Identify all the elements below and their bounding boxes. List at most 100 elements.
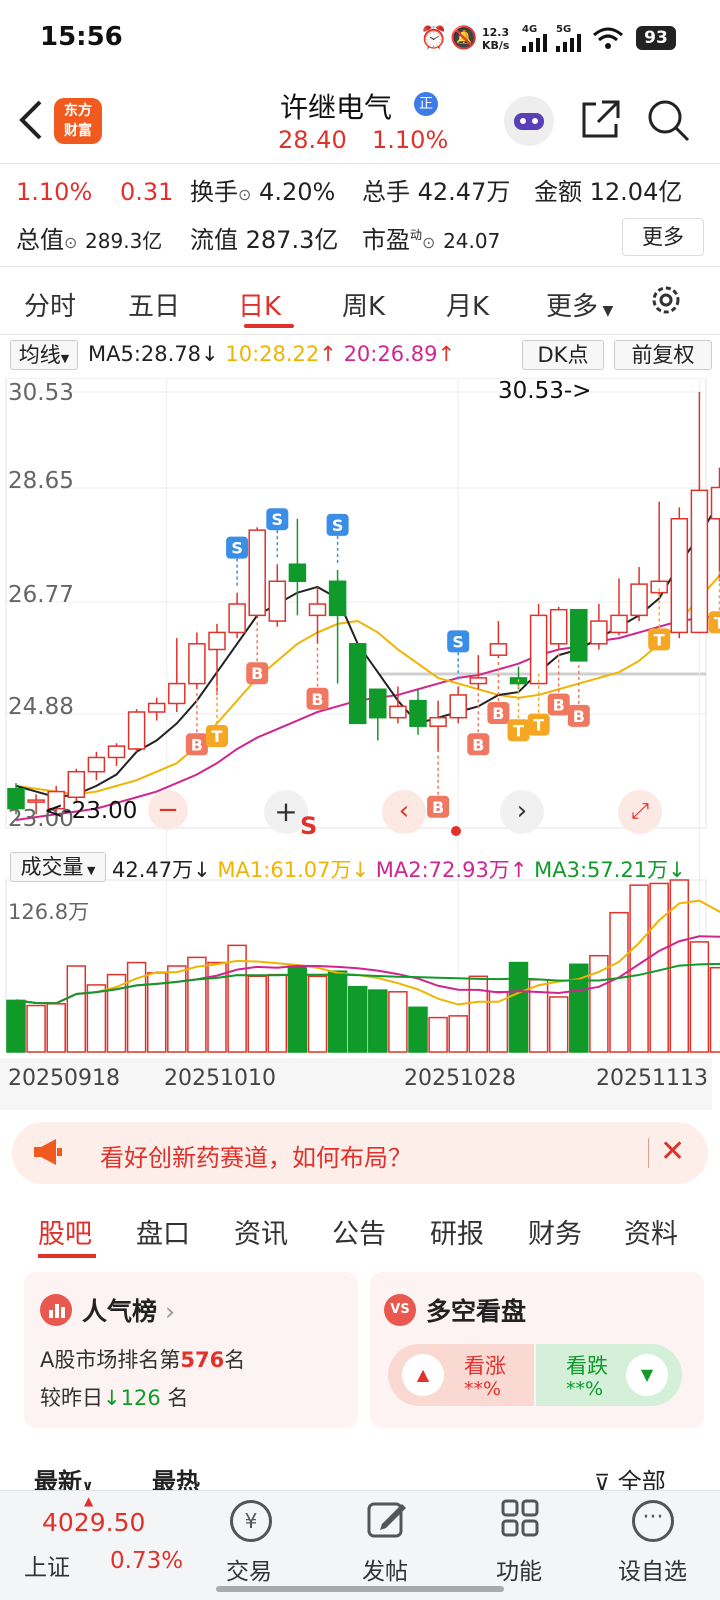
signal-icon — [522, 34, 550, 56]
tab-more[interactable]: 更多 ▼ — [546, 286, 613, 323]
dk-point-button[interactable]: DK点 — [522, 340, 604, 370]
popularity-title[interactable]: 人气榜 › — [82, 1292, 175, 1328]
volume-bar — [368, 989, 388, 1053]
signal-b-badge-label: B — [432, 798, 444, 817]
tab-daily-k[interactable]: 日K — [238, 286, 281, 323]
more-dots-icon[interactable]: ··· — [632, 1500, 674, 1542]
volume-max-label: 126.8万 — [8, 900, 90, 924]
tab-finance[interactable]: 财务 — [528, 1212, 582, 1251]
price-tick-2: 28.65 — [8, 468, 74, 494]
back-icon[interactable] — [16, 98, 46, 146]
candle-body — [308, 603, 327, 617]
volume-bar — [468, 975, 489, 1053]
tab-monthly-k[interactable]: 月K — [446, 286, 489, 323]
adjust-button[interactable]: 前复权 — [614, 340, 712, 370]
change-amount: 0.31 — [120, 178, 174, 206]
volume-bar — [689, 941, 710, 1053]
close-icon[interactable]: ✕ — [660, 1134, 685, 1169]
candle-body — [710, 486, 720, 520]
tab-guba[interactable]: 股吧 — [38, 1212, 92, 1251]
eastmoney-logo: 东方 财富 — [54, 98, 102, 144]
candle-body — [107, 745, 126, 759]
header-divider — [0, 163, 720, 164]
chart-bar-icon — [40, 1294, 72, 1326]
candle-body — [87, 756, 106, 773]
ma-selector[interactable]: 均线▼ — [10, 340, 78, 370]
tab-pankou[interactable]: 盘口 — [136, 1212, 190, 1251]
next-icon[interactable]: › — [500, 790, 544, 834]
volume-selector[interactable]: 成交量 ▼ — [10, 852, 106, 882]
candle-body — [268, 580, 287, 622]
turnover: 换手⊙ 4.20% — [190, 178, 336, 206]
bull-label: 看涨 — [464, 1354, 506, 1378]
battery-icon: 93 — [636, 26, 676, 50]
tab-intraday[interactable]: 分时 — [24, 286, 76, 323]
fullscreen-icon[interactable]: ⤢ — [618, 790, 662, 834]
low-annotation: <-23.00 — [44, 798, 138, 824]
tab-announcements[interactable]: 公告 — [332, 1212, 386, 1251]
signal-t-badge-label: T — [533, 716, 544, 735]
candle-body — [369, 688, 387, 719]
sentiment-title: 多空看盘 — [426, 1297, 527, 1326]
prev-icon[interactable]: ‹ — [382, 790, 426, 834]
nav-post[interactable]: 发帖 — [362, 1552, 408, 1586]
zoom-out-icon[interactable]: − — [148, 790, 188, 830]
volume-bar — [589, 954, 609, 1053]
assistant-avatar-icon[interactable] — [504, 96, 554, 146]
tab-research[interactable]: 研报 — [430, 1212, 484, 1251]
post-edit-icon[interactable] — [366, 1498, 408, 1544]
index-up-caret-icon: ▲ — [84, 1494, 94, 1508]
candle-body — [670, 518, 689, 634]
volume-bar — [187, 956, 207, 1053]
popularity-rank-line: A股市场排名第576名 — [40, 1348, 246, 1372]
volume-bar — [66, 965, 87, 1053]
volume-bar — [448, 1015, 468, 1053]
network-speed: 12.3 KB/s — [482, 26, 510, 52]
tab-profile[interactable]: 资料 — [624, 1212, 678, 1251]
signal-s-badge-label: S — [272, 510, 284, 529]
date-4: 20251113 — [596, 1066, 708, 1091]
more-button[interactable]: 更多 — [622, 218, 704, 256]
candle-body — [690, 489, 709, 634]
search-icon[interactable] — [644, 96, 692, 148]
functions-grid-icon[interactable] — [500, 1498, 540, 1542]
volume-bar — [247, 975, 267, 1053]
volume-bar — [167, 965, 187, 1053]
signal-t-badge-label: T — [654, 630, 665, 649]
bottom-tab-indicator — [38, 1254, 96, 1258]
date-3: 20251028 — [404, 1066, 516, 1091]
index-pct[interactable]: 0.73% — [110, 1548, 183, 1574]
candle-body — [288, 563, 307, 583]
trade-yen-icon[interactable]: ¥ — [230, 1500, 272, 1542]
tab-news[interactable]: 资讯 — [234, 1212, 288, 1251]
signal-s-badge-label: S — [452, 632, 464, 651]
kline-chart[interactable]: SSSSBBBBBBBBBBTTTTTT — [0, 378, 720, 1098]
signal-t-badge-label: T — [513, 721, 524, 740]
index-name[interactable]: 上证 — [24, 1548, 70, 1582]
candle-body — [147, 702, 166, 713]
alarm-icon: ⏰ — [420, 26, 448, 51]
change-pct: 1.10% — [16, 178, 93, 206]
signal-t-badge-label: T — [212, 727, 223, 746]
tab-weekly-k[interactable]: 周K — [342, 286, 385, 323]
settings-gear-icon[interactable] — [648, 282, 684, 322]
up-arrow-icon: ▲ — [402, 1354, 444, 1396]
candle-body — [208, 631, 226, 651]
volume-bar — [307, 975, 328, 1053]
nav-add-watchlist[interactable]: 设自选 — [618, 1552, 687, 1586]
volume-bar — [46, 1003, 66, 1053]
promo-text[interactable]: 看好创新药赛道，如何布局？ — [100, 1138, 412, 1173]
chart-signal-s-label: S — [300, 812, 318, 840]
candle-body — [168, 682, 186, 705]
volume-bar — [609, 911, 629, 1053]
volume-bar — [508, 961, 529, 1053]
nav-trade[interactable]: 交易 — [226, 1552, 272, 1586]
share-icon[interactable] — [578, 98, 622, 146]
header-change-pct: 1.10% — [372, 126, 449, 154]
nav-functions[interactable]: 功能 — [496, 1552, 542, 1586]
pe-ratio: 市盈动⊙ 24.07 — [362, 226, 501, 254]
index-value[interactable]: 4029.50 — [42, 1508, 145, 1537]
candle-body — [348, 643, 367, 725]
tab-five-day[interactable]: 五日 — [128, 286, 180, 323]
candle-body — [630, 583, 648, 617]
